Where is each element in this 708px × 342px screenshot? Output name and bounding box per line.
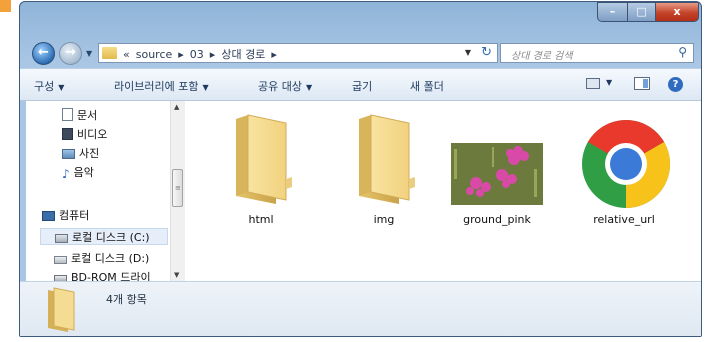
preview-pane-icon[interactable] xyxy=(634,77,650,90)
new-folder-label: 새 폴더 xyxy=(410,80,444,93)
close-icon: x xyxy=(673,5,681,18)
scroll-down-icon[interactable]: ▼ xyxy=(174,271,179,279)
sidebar-item-local-disk-d[interactable]: 로컬 디스크 (D:) xyxy=(54,250,149,267)
sidebar-item-label: 문서 xyxy=(77,109,98,122)
back-arrow-icon: ← xyxy=(38,45,49,60)
sidebar-item-label: 로컬 디스크 (D:) xyxy=(71,252,150,265)
file-item[interactable]: html xyxy=(206,109,316,226)
share-with-label: 공유 대상 xyxy=(258,80,302,93)
music-icon: ♪ xyxy=(62,167,70,181)
recent-pages-dropdown[interactable]: ▼ xyxy=(86,49,92,58)
sidebar-item-computer[interactable]: 컴퓨터 xyxy=(42,207,89,224)
image-thumbnail-icon xyxy=(451,143,543,205)
burn-button[interactable]: 굽기 xyxy=(352,78,372,94)
search-box[interactable]: 상대 경로 검색 ⚲ xyxy=(500,43,694,63)
file-item[interactable]: img xyxy=(329,109,439,226)
forward-button[interactable]: → xyxy=(59,42,82,65)
address-history-dropdown[interactable]: ▼ xyxy=(465,48,471,57)
sidebar-item-label: 비디오 xyxy=(77,128,108,141)
corner-accent xyxy=(0,0,11,12)
sidebar-item-label: 컴퓨터 xyxy=(59,209,90,222)
breadcrumb-item-03[interactable]: 03 xyxy=(190,48,204,61)
file-name: relative_url xyxy=(593,213,655,226)
chevron-down-icon: ▼ xyxy=(305,83,313,92)
change-view-icon[interactable] xyxy=(586,78,600,89)
sidebar-item-bd-rom[interactable]: BD-ROM 드라이 xyxy=(54,269,151,281)
breadcrumb-separator[interactable]: ▸ xyxy=(271,48,277,61)
file-item[interactable]: relative_url xyxy=(569,109,679,226)
minimize-icon: – xyxy=(609,5,616,18)
navigation-scrollbar[interactable]: ▲ ≡ ▼ xyxy=(170,101,185,281)
breadcrumb-item-current[interactable]: 상대 경로 xyxy=(221,48,265,61)
organize-button[interactable]: 구성 ▼ xyxy=(34,78,64,94)
navigation-pane: 문서 비디오 사진 ♪ 음악 컴퓨터 로컬 디스크 (C:) 로컬 디스크 (D:… xyxy=(26,101,186,281)
share-with-button[interactable]: 공유 대상 ▼ xyxy=(258,78,312,94)
burn-label: 굽기 xyxy=(352,80,373,93)
scroll-up-icon[interactable]: ▲ xyxy=(174,103,179,111)
sidebar-item-label: 음악 xyxy=(73,166,94,179)
close-button[interactable]: x xyxy=(655,2,699,22)
sidebar-item-label: 로컬 디스크 (C:) xyxy=(72,231,150,244)
explorer-window: – □ x ← → ▼ « source ▸ 03 ▸ 상대 경로 ▸ ▼ ↻ 상대 경로 … xyxy=(19,1,702,337)
drive-icon xyxy=(55,234,68,243)
videos-icon xyxy=(62,128,73,140)
include-library-button[interactable]: 라이브러리에 포함 ▼ xyxy=(114,78,209,94)
sidebar-item-local-disk-c[interactable]: 로컬 디스크 (C:) xyxy=(40,228,168,245)
scroll-thumb[interactable]: ≡ xyxy=(172,169,183,207)
details-pane: 4개 항목 xyxy=(20,281,701,336)
maximize-icon: □ xyxy=(636,5,647,18)
grip-icon: ≡ xyxy=(175,184,181,192)
back-button[interactable]: ← xyxy=(32,42,55,65)
sidebar-item-label: 사진 xyxy=(79,147,100,160)
maximize-button[interactable]: □ xyxy=(627,2,656,22)
sidebar-item-videos[interactable]: 비디오 xyxy=(62,126,107,143)
search-icon[interactable]: ⚲ xyxy=(678,45,687,59)
file-item[interactable]: ground_pink xyxy=(442,109,552,226)
folder-icon xyxy=(102,47,117,59)
minimize-button[interactable]: – xyxy=(597,2,628,22)
breadcrumb-overflow[interactable]: « xyxy=(123,48,130,61)
file-name: html xyxy=(248,213,274,226)
chrome-icon xyxy=(582,120,670,208)
address-bar[interactable]: « source ▸ 03 ▸ 상대 경로 ▸ ▼ ↻ xyxy=(98,43,498,63)
forward-arrow-icon: → xyxy=(65,45,76,60)
view-options-dropdown[interactable]: ▼ xyxy=(606,78,612,87)
new-folder-button[interactable]: 새 폴더 xyxy=(410,78,444,94)
folder-icon xyxy=(359,114,415,204)
sidebar-item-music[interactable]: ♪ 음악 xyxy=(62,164,94,181)
chevron-down-icon: ▼ xyxy=(58,83,65,92)
computer-icon xyxy=(42,211,55,221)
sidebar-item-pictures[interactable]: 사진 xyxy=(62,145,99,162)
command-bar: 구성 ▼ 라이브러리에 포함 ▼ 공유 대상 ▼ 굽기 새 폴더 ▼ ? xyxy=(20,68,701,101)
include-library-label: 라이브러리에 포함 xyxy=(114,80,199,93)
refresh-icon[interactable]: ↻ xyxy=(481,45,492,60)
sidebar-item-label: BD-ROM 드라이 xyxy=(71,271,151,281)
file-name: img xyxy=(373,213,395,226)
help-button[interactable]: ? xyxy=(668,77,683,92)
item-count: 4개 항목 xyxy=(106,293,147,306)
folder-icon xyxy=(48,287,75,332)
breadcrumb-item-source[interactable]: source xyxy=(136,48,173,61)
drive-icon xyxy=(54,256,67,264)
breadcrumb-separator[interactable]: ▸ xyxy=(178,48,184,61)
search-input[interactable]: 상대 경로 검색 xyxy=(511,47,573,62)
file-list: html img ground_pink relative_url xyxy=(186,101,701,281)
file-name: ground_pink xyxy=(463,213,531,226)
pictures-icon xyxy=(62,149,75,159)
documents-icon xyxy=(62,108,73,121)
folder-icon xyxy=(236,114,292,204)
chevron-down-icon: ▼ xyxy=(202,83,209,92)
breadcrumb-separator[interactable]: ▸ xyxy=(210,48,216,61)
sidebar-item-documents[interactable]: 문서 xyxy=(62,107,97,124)
breadcrumb: « source ▸ 03 ▸ 상대 경로 ▸ xyxy=(123,46,283,62)
organize-label: 구성 xyxy=(34,80,55,93)
